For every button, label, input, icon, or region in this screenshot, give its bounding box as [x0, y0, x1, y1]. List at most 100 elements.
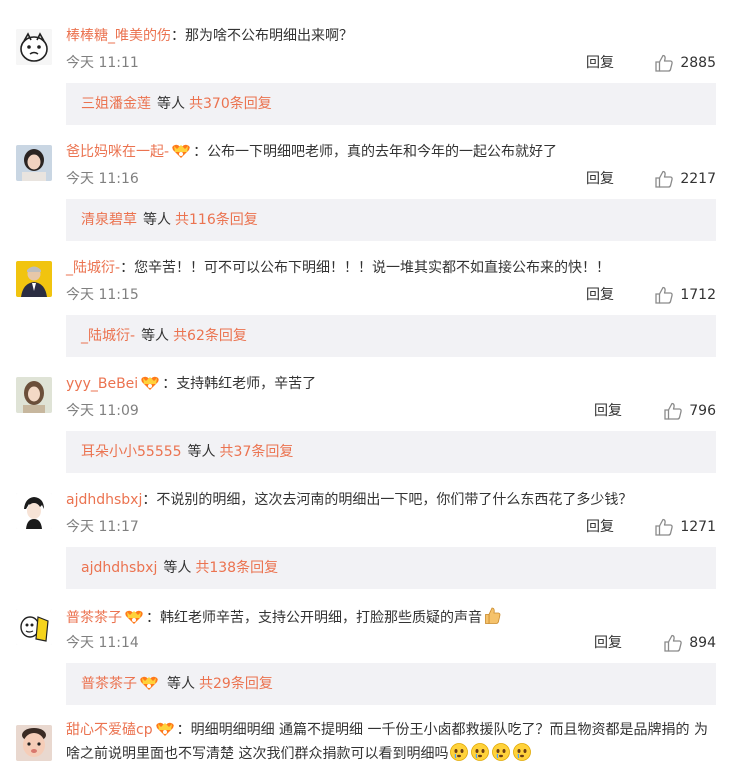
sub-reply-others: 等人	[157, 96, 185, 112]
comment-text: 公布一下明细吧老师，真的去年和今年的一起公布就好了	[207, 144, 558, 160]
comment-line: _陆城衍-：您辛苦！！可不可以公布下明细！！！说一堆其实都不如直接公布来的快！！	[66, 258, 718, 278]
comment-line: yyy_BeBei ：支持韩红老师，辛苦了	[66, 374, 718, 394]
comment-colon: ：	[142, 492, 157, 508]
comment-time: 今天 11:11	[66, 55, 139, 71]
thumb-up-icon	[663, 401, 689, 421]
vip-badge-icon	[139, 675, 159, 691]
reply-button[interactable]: 回复	[586, 517, 614, 537]
vip-badge-icon	[140, 375, 160, 391]
comment-line: 爸比妈咪在一起- ：公布一下明细吧老师，真的去年和今年的一起公布就好了	[66, 142, 718, 162]
baby-photo-avatar-icon[interactable]	[16, 725, 52, 761]
comment-time: 今天 11:15	[66, 287, 139, 303]
comment-item: 普茶茶子 ：韩红老师辛苦，支持公开明细，打脸那些质疑的声音今天 11:14 894 回…	[0, 580, 730, 705]
comment-item: 棒棒糖_唯美的伤：那为啥不公布明细出来啊？ 今天 11:11 2885 回复三姐潘金莲…	[0, 0, 730, 125]
like-button[interactable]: 2885	[654, 52, 716, 74]
comment-item: _陆城衍-：您辛苦！！可不可以公布下明细！！！说一堆其实都不如直接公布来的快！！…	[0, 232, 730, 357]
girl-portrait-avatar-icon[interactable]	[16, 377, 52, 413]
thumb-up-icon	[654, 517, 680, 537]
sub-reply-total-link[interactable]: 共370条回复	[189, 96, 272, 112]
thumb-up-icon	[654, 285, 680, 305]
like-count: 894	[689, 635, 716, 651]
comment-line: 普茶茶子 ：韩红老师辛苦，支持公开明细，打脸那些质疑的声音	[66, 606, 718, 628]
sub-reply-total-link[interactable]: 共62条回复	[173, 328, 247, 344]
like-count: 2217	[680, 171, 716, 187]
comment-line: 棒棒糖_唯美的伤：那为啥不公布明细出来啊？	[66, 26, 718, 46]
thumb-up-icon	[654, 53, 680, 73]
comment-username[interactable]: _陆城衍-	[66, 260, 120, 276]
comment-username[interactable]: 棒棒糖_唯美的伤	[66, 28, 171, 44]
comment-username[interactable]: ajdhdhsbxj	[66, 492, 142, 508]
comment-text: 支持韩红老师，辛苦了	[176, 376, 317, 392]
anime-boy-avatar-icon[interactable]	[16, 493, 52, 529]
like-button[interactable]: 1712	[654, 284, 716, 306]
comment-colon: ：	[120, 260, 135, 276]
comment-username[interactable]: 甜心不爱磕cp	[66, 722, 153, 738]
comment-username[interactable]: yyy_BeBei	[66, 376, 138, 392]
like-count: 1712	[680, 287, 716, 303]
sub-reply-total-link[interactable]: 共138条回复	[195, 560, 278, 576]
like-count: 2885	[680, 55, 716, 71]
comment-time: 今天 11:17	[66, 519, 139, 535]
reply-button[interactable]: 回复	[586, 169, 614, 189]
comment-colon: ：	[171, 28, 185, 44]
comment-text: 韩红老师辛苦，支持公开明细，打脸那些质疑的声音	[160, 610, 482, 626]
comment-username[interactable]: 普茶茶子	[66, 610, 122, 626]
comment-time: 今天 11:14	[66, 635, 139, 651]
comment-time: 今天 11:09	[66, 403, 139, 419]
comment-text: 那为啥不公布明细出来啊？	[185, 28, 353, 44]
thumbs-up-emoji-icon	[483, 606, 503, 626]
vip-badge-icon	[155, 721, 175, 737]
comment-item: ajdhdhsbxj：不说别的明细，这次去河南的明细出一下吧，你们带了什么东西花…	[0, 464, 730, 589]
vip-badge-icon	[124, 609, 144, 625]
comment-feed: 棒棒糖_唯美的伤：那为啥不公布明细出来啊？ 今天 11:11 2885 回复 三姐潘金莲…	[0, 0, 730, 762]
comment-line: 甜心不爱磕cp ：明细明细明细 通篇不提明细 一千份王小卤都救援队吃了？而且物资都…	[66, 718, 716, 766]
crying-emoji-icon	[491, 742, 511, 762]
crying-emoji-icon	[470, 742, 490, 762]
comment-item: 爸比妈咪在一起- ：公布一下明细吧老师，真的去年和今年的一起公布就好了今天 11:…	[0, 116, 730, 241]
sub-reply-username[interactable]: 清泉碧草	[81, 212, 137, 228]
comment-text: 您辛苦！！可不可以公布下明细！！！说一堆其实都不如直接公布来的快！！	[134, 260, 611, 276]
reply-button[interactable]: 回复	[594, 633, 622, 653]
sub-reply-total-link[interactable]: 共37条回复	[220, 444, 294, 460]
comment-text: 不说别的明细，这次去河南的明细出一下吧，你们带了什么东西花了多少钱？	[156, 492, 633, 508]
comment-username[interactable]: 爸比妈咪在一起-	[66, 144, 169, 160]
like-count: 1271	[680, 519, 716, 535]
sub-reply-username[interactable]: ajdhdhsbxj	[81, 560, 157, 576]
sub-reply-others: 等人	[143, 212, 171, 228]
crying-emoji-icon	[449, 742, 469, 762]
like-count: 796	[689, 403, 716, 419]
like-button[interactable]: 2217	[654, 168, 716, 190]
sub-reply-username[interactable]: 耳朵小小55555	[81, 444, 182, 460]
sub-reply-others: 等人	[163, 560, 192, 576]
cartoon-yellow-avatar-icon[interactable]	[16, 609, 52, 645]
comment-colon: ：	[176, 722, 191, 738]
reply-button[interactable]: 回复	[586, 53, 614, 73]
sub-reply-others: 等人	[141, 328, 170, 344]
like-button[interactable]: 796	[663, 400, 716, 422]
vip-badge-icon	[171, 143, 191, 159]
thumb-up-icon	[654, 169, 680, 189]
comment-time: 今天 11:16	[66, 171, 139, 187]
sub-reply-username[interactable]: 普茶茶子	[81, 676, 137, 692]
like-button[interactable]: 894	[663, 632, 716, 654]
comment-colon: ：	[162, 376, 177, 392]
sub-reply-total-link[interactable]: 共116条回复	[175, 212, 258, 228]
comment-item: yyy_BeBei ：支持韩红老师，辛苦了今天 11:09 796 回复耳朵小小555…	[0, 348, 730, 473]
comment-colon: ：	[146, 610, 160, 626]
reply-button[interactable]: 回复	[586, 285, 614, 305]
reply-button[interactable]: 回复	[594, 401, 622, 421]
thumb-up-icon	[663, 633, 689, 653]
sub-reply-others: 等人	[187, 444, 216, 460]
crying-emoji-icon	[512, 742, 532, 762]
sub-reply-username[interactable]: 三姐潘金莲	[81, 96, 151, 112]
sub-reply-username[interactable]: _陆城衍-	[81, 328, 135, 344]
sub-reply-total-link[interactable]: 共29条回复	[199, 676, 273, 692]
man-in-suit-avatar-icon[interactable]	[16, 261, 52, 297]
cartoon-face-avatar-icon[interactable]	[16, 29, 52, 65]
girl-photo-avatar-icon[interactable]	[16, 145, 52, 181]
comment-line: ajdhdhsbxj：不说别的明细，这次去河南的明细出一下吧，你们带了什么东西花…	[66, 490, 718, 510]
like-button[interactable]: 1271	[654, 516, 716, 538]
sub-reply-others: 等人	[167, 676, 195, 692]
comment-item: 甜心不爱磕cp ：明细明细明细 通篇不提明细 一千份王小卤都救援队吃了？而且物资都…	[0, 696, 730, 762]
comment-colon: ：	[193, 144, 208, 160]
